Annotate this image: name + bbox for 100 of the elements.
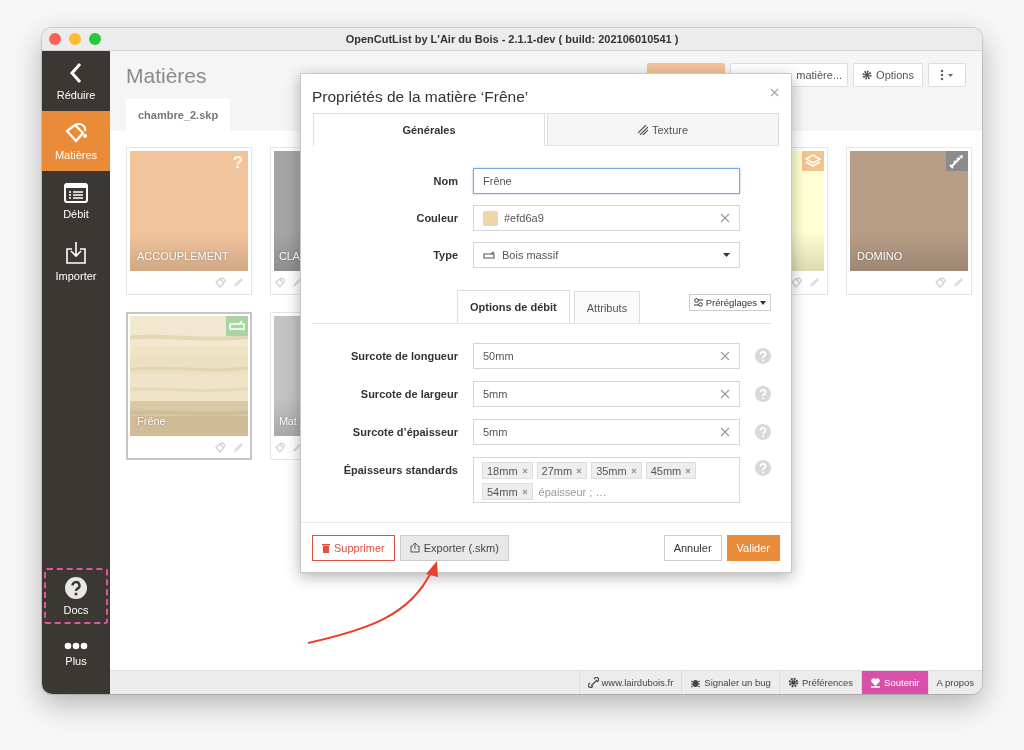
type-dropdown[interactable]: Bois massif bbox=[473, 242, 740, 268]
kebab-caret-icon bbox=[939, 69, 955, 81]
options-tab[interactable]: Options de débit bbox=[457, 290, 570, 323]
field-label: Surcote d’épaisseur bbox=[352, 426, 458, 438]
options-tab[interactable]: Attributs bbox=[573, 291, 641, 323]
footer-link[interactable]: A propos bbox=[927, 671, 982, 694]
minimize-window-button[interactable] bbox=[69, 33, 81, 45]
cancel-button[interactable]: Annuler bbox=[663, 534, 722, 561]
sidebar-item[interactable]: Réduire bbox=[42, 51, 110, 111]
remove-icon[interactable] bbox=[630, 467, 637, 474]
text-field[interactable]: 50mm bbox=[473, 343, 740, 369]
paint-bucket-icon[interactable] bbox=[934, 277, 947, 288]
settings-icon bbox=[862, 70, 873, 80]
thickness-tag[interactable]: 18mm bbox=[482, 462, 533, 479]
text-field[interactable]: 5mm bbox=[473, 419, 740, 445]
trash-icon bbox=[322, 542, 330, 553]
field-label: Épaisseurs standards bbox=[343, 464, 458, 476]
field-label: Nom bbox=[433, 175, 458, 187]
layers-icon bbox=[802, 151, 824, 171]
share-icon bbox=[409, 542, 420, 553]
heart-hand-icon bbox=[870, 677, 882, 688]
collapse-icon bbox=[69, 61, 83, 84]
remove-icon[interactable] bbox=[576, 467, 583, 474]
pencil-icon[interactable] bbox=[233, 442, 244, 453]
color-field[interactable]: #efd6a9 bbox=[473, 205, 740, 231]
material-name: DOMINO bbox=[857, 250, 903, 262]
paint-bucket-icon bbox=[63, 121, 89, 144]
close-window-button[interactable] bbox=[49, 33, 61, 45]
settings-icon bbox=[787, 677, 799, 688]
plank-icon bbox=[483, 251, 496, 259]
thickness-tag[interactable]: 27mm bbox=[536, 462, 588, 479]
field-label: Couleur bbox=[416, 212, 458, 224]
presets-icon bbox=[693, 298, 703, 307]
thickness-tag[interactable]: 54mm bbox=[482, 483, 533, 500]
screw-icon bbox=[946, 151, 968, 171]
text-field[interactable]: 5mm bbox=[473, 381, 740, 407]
dialog-tab[interactable]: Texture bbox=[547, 113, 779, 145]
footer-link[interactable]: Signaler un bug bbox=[681, 671, 779, 694]
options-button[interactable]: Options bbox=[853, 63, 923, 87]
sidebar-item[interactable]: Docs bbox=[44, 568, 108, 624]
window-title: OpenCutList by L'Air du Bois - 2.1.1-dev ( build: 202106010541 ) bbox=[345, 33, 679, 45]
thickness-tag[interactable]: 45mm bbox=[645, 462, 697, 479]
caret-icon bbox=[760, 300, 766, 305]
hatch-icon bbox=[637, 124, 648, 135]
pencil-icon[interactable] bbox=[233, 277, 244, 288]
maximize-window-button[interactable] bbox=[89, 33, 101, 45]
paint-bucket-icon[interactable] bbox=[214, 277, 227, 288]
material-name: CLA bbox=[279, 250, 300, 262]
clear-icon[interactable] bbox=[720, 213, 730, 223]
dialog-title: Propriétés de la matière ‘Frêne’ bbox=[312, 88, 529, 107]
close-icon[interactable] bbox=[770, 88, 779, 97]
remove-icon[interactable] bbox=[521, 488, 528, 495]
paint-bucket-icon[interactable] bbox=[214, 442, 227, 453]
more-icon bbox=[64, 641, 88, 650]
sidebar-item[interactable]: Importer bbox=[42, 231, 110, 291]
presets-button[interactable]: Préréglages bbox=[688, 294, 771, 311]
more-button[interactable] bbox=[928, 63, 966, 87]
clear-icon[interactable] bbox=[720, 389, 730, 399]
link-icon bbox=[587, 677, 599, 688]
list-icon bbox=[64, 182, 88, 203]
paint-bucket-icon[interactable] bbox=[274, 442, 287, 453]
dialog-tab[interactable]: Générales bbox=[313, 113, 545, 146]
type-label: ? bbox=[231, 153, 245, 173]
pencil-icon[interactable] bbox=[953, 277, 964, 288]
paint-bucket-icon[interactable] bbox=[274, 277, 287, 288]
material-name: Mat bbox=[279, 415, 297, 427]
field-label: Type bbox=[433, 249, 458, 261]
page-title: Matières bbox=[126, 63, 207, 88]
delete-button[interactable]: Supprimer bbox=[312, 534, 395, 561]
material-name: Frêne bbox=[137, 415, 166, 427]
bug-icon bbox=[690, 677, 702, 688]
clear-icon[interactable] bbox=[720, 351, 730, 361]
material-name: ACCOUPLEMENT bbox=[137, 250, 229, 262]
pencil-icon[interactable] bbox=[292, 277, 303, 288]
file-tab[interactable]: chambre_2.skp bbox=[126, 99, 231, 131]
pencil-icon[interactable] bbox=[809, 277, 820, 288]
sidebar-item[interactable]: Plus bbox=[42, 624, 110, 684]
paint-bucket-icon[interactable] bbox=[790, 277, 803, 288]
export-button[interactable]: Exporter (.skm) bbox=[399, 534, 509, 561]
thickness-tag[interactable]: 35mm bbox=[591, 462, 642, 479]
thickness-field[interactable]: 18mm 27mm 35mm 45mm 54mm épaisseur ; … bbox=[473, 457, 740, 503]
field-label: Surcote de longueur bbox=[351, 350, 458, 362]
remove-icon[interactable] bbox=[521, 467, 528, 474]
remove-icon[interactable] bbox=[685, 467, 692, 474]
thickness-placeholder: épaisseur ; … bbox=[537, 484, 607, 500]
sidebar-item[interactable]: Débit bbox=[42, 171, 110, 231]
help-icon bbox=[65, 576, 87, 599]
help-icon[interactable] bbox=[755, 386, 771, 402]
import-icon bbox=[65, 240, 87, 265]
footer-link[interactable]: www.lairdubois.fr bbox=[578, 671, 682, 694]
help-icon[interactable] bbox=[755, 424, 771, 440]
help-icon[interactable] bbox=[755, 348, 771, 364]
footer-link[interactable]: Soutenir bbox=[861, 671, 928, 694]
plank-icon bbox=[226, 316, 248, 336]
caret-icon bbox=[723, 253, 730, 257]
clear-icon[interactable] bbox=[720, 427, 730, 437]
field-label: Surcote de largeur bbox=[360, 388, 458, 400]
help-icon[interactable] bbox=[755, 460, 771, 476]
text-field[interactable]: Frêne bbox=[473, 168, 740, 194]
pencil-icon[interactable] bbox=[292, 442, 303, 453]
